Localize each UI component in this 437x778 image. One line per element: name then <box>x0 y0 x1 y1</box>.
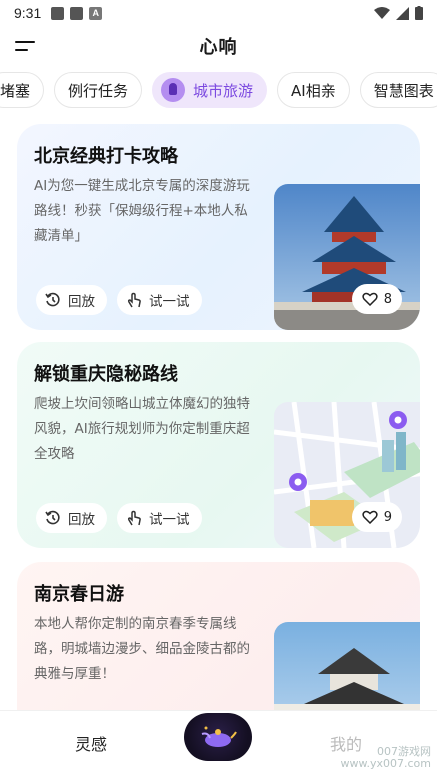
status-bar: 9:31 A <box>0 0 437 26</box>
bottom-navigation: 灵感 我的 007游戏网 www.yx007.com <box>0 710 437 778</box>
battery-icon <box>415 6 423 20</box>
nav-inspiration[interactable]: 灵感 <box>75 731 107 755</box>
replay-button[interactable]: 回放 <box>36 285 107 315</box>
replay-icon <box>45 292 60 307</box>
tab-label: 城市旅游 <box>193 81 254 100</box>
watermark: 007游戏网 www.yx007.com <box>341 746 431 770</box>
card-description: AI为您一键生成北京专属的深度游玩路线！秒获「保姆级行程+本地人私藏清单」 <box>34 178 250 244</box>
replay-label: 回放 <box>68 512 95 528</box>
recommendation-card[interactable]: 解锁重庆隐秘路线 爬坡上坎间领略山城立体魔幻的独特风貌，AI旅行规划师为你定制重… <box>17 342 420 548</box>
like-count: 8 <box>383 291 392 307</box>
notification-icon <box>51 6 65 20</box>
card-description: 本地人帮你定制的南京春季专属线路，明城墙边漫步、细品金陵古都的典雅与厚重！ <box>34 616 250 682</box>
touch-icon <box>127 510 141 526</box>
replay-button[interactable]: 回放 <box>36 503 107 533</box>
tab-ai-dating[interactable]: AI相亲 <box>277 72 350 108</box>
tab-routine-tasks[interactable]: 例行任务 <box>54 72 143 108</box>
card-title: 北京经典打卡攻略 <box>34 146 178 167</box>
tab-label: 例行任务 <box>68 81 129 100</box>
watermark-url: www.yx007.com <box>340 757 431 770</box>
app-notification-icon: A <box>89 6 103 20</box>
magic-lamp-button[interactable] <box>184 713 252 761</box>
touch-icon <box>127 292 141 308</box>
page-title: 心响 <box>199 37 238 58</box>
wifi-icon <box>374 6 390 19</box>
replay-label: 回放 <box>68 294 95 310</box>
try-button[interactable]: 试一试 <box>117 285 202 315</box>
tab-label: AI相亲 <box>291 81 336 100</box>
travel-bag-icon <box>161 78 186 102</box>
magic-lamp-icon <box>201 726 237 747</box>
heart-icon <box>362 292 378 306</box>
like-button[interactable]: 9 <box>351 502 402 532</box>
app-header: 心响 <box>0 26 437 66</box>
signal-icon <box>396 6 409 20</box>
recommendation-card[interactable]: 北京经典打卡攻略 AI为您一键生成北京专属的深度游玩路线！秒获「保姆级行程+本地… <box>17 124 420 330</box>
notification-icon <box>70 6 84 20</box>
try-button[interactable]: 试一试 <box>117 503 202 533</box>
status-time: 9:31 <box>14 5 42 21</box>
try-label: 试一试 <box>149 294 190 310</box>
like-count: 9 <box>383 509 392 525</box>
category-tabs: 堵塞 例行任务 城市旅游 AI相亲 智慧图表 <box>0 72 437 108</box>
like-button[interactable]: 8 <box>351 284 402 314</box>
card-description: 爬坡上坎间领略山城立体魔幻的独特风貌，AI旅行规划师为你定制重庆超全攻略 <box>34 396 250 462</box>
replay-icon <box>45 510 60 525</box>
card-title: 解锁重庆隐秘路线 <box>34 364 178 385</box>
heart-icon <box>362 510 378 524</box>
tab-label: 智慧图表 <box>373 81 434 100</box>
tab-label: 堵塞 <box>0 81 31 100</box>
tab-blocked[interactable]: 堵塞 <box>0 72 45 108</box>
try-label: 试一试 <box>149 512 190 528</box>
tab-city-travel[interactable]: 城市旅游 <box>152 72 268 108</box>
menu-icon[interactable] <box>15 38 35 54</box>
card-title: 南京春日游 <box>34 584 124 605</box>
tab-smart-charts[interactable]: 智慧图表 <box>359 72 437 108</box>
